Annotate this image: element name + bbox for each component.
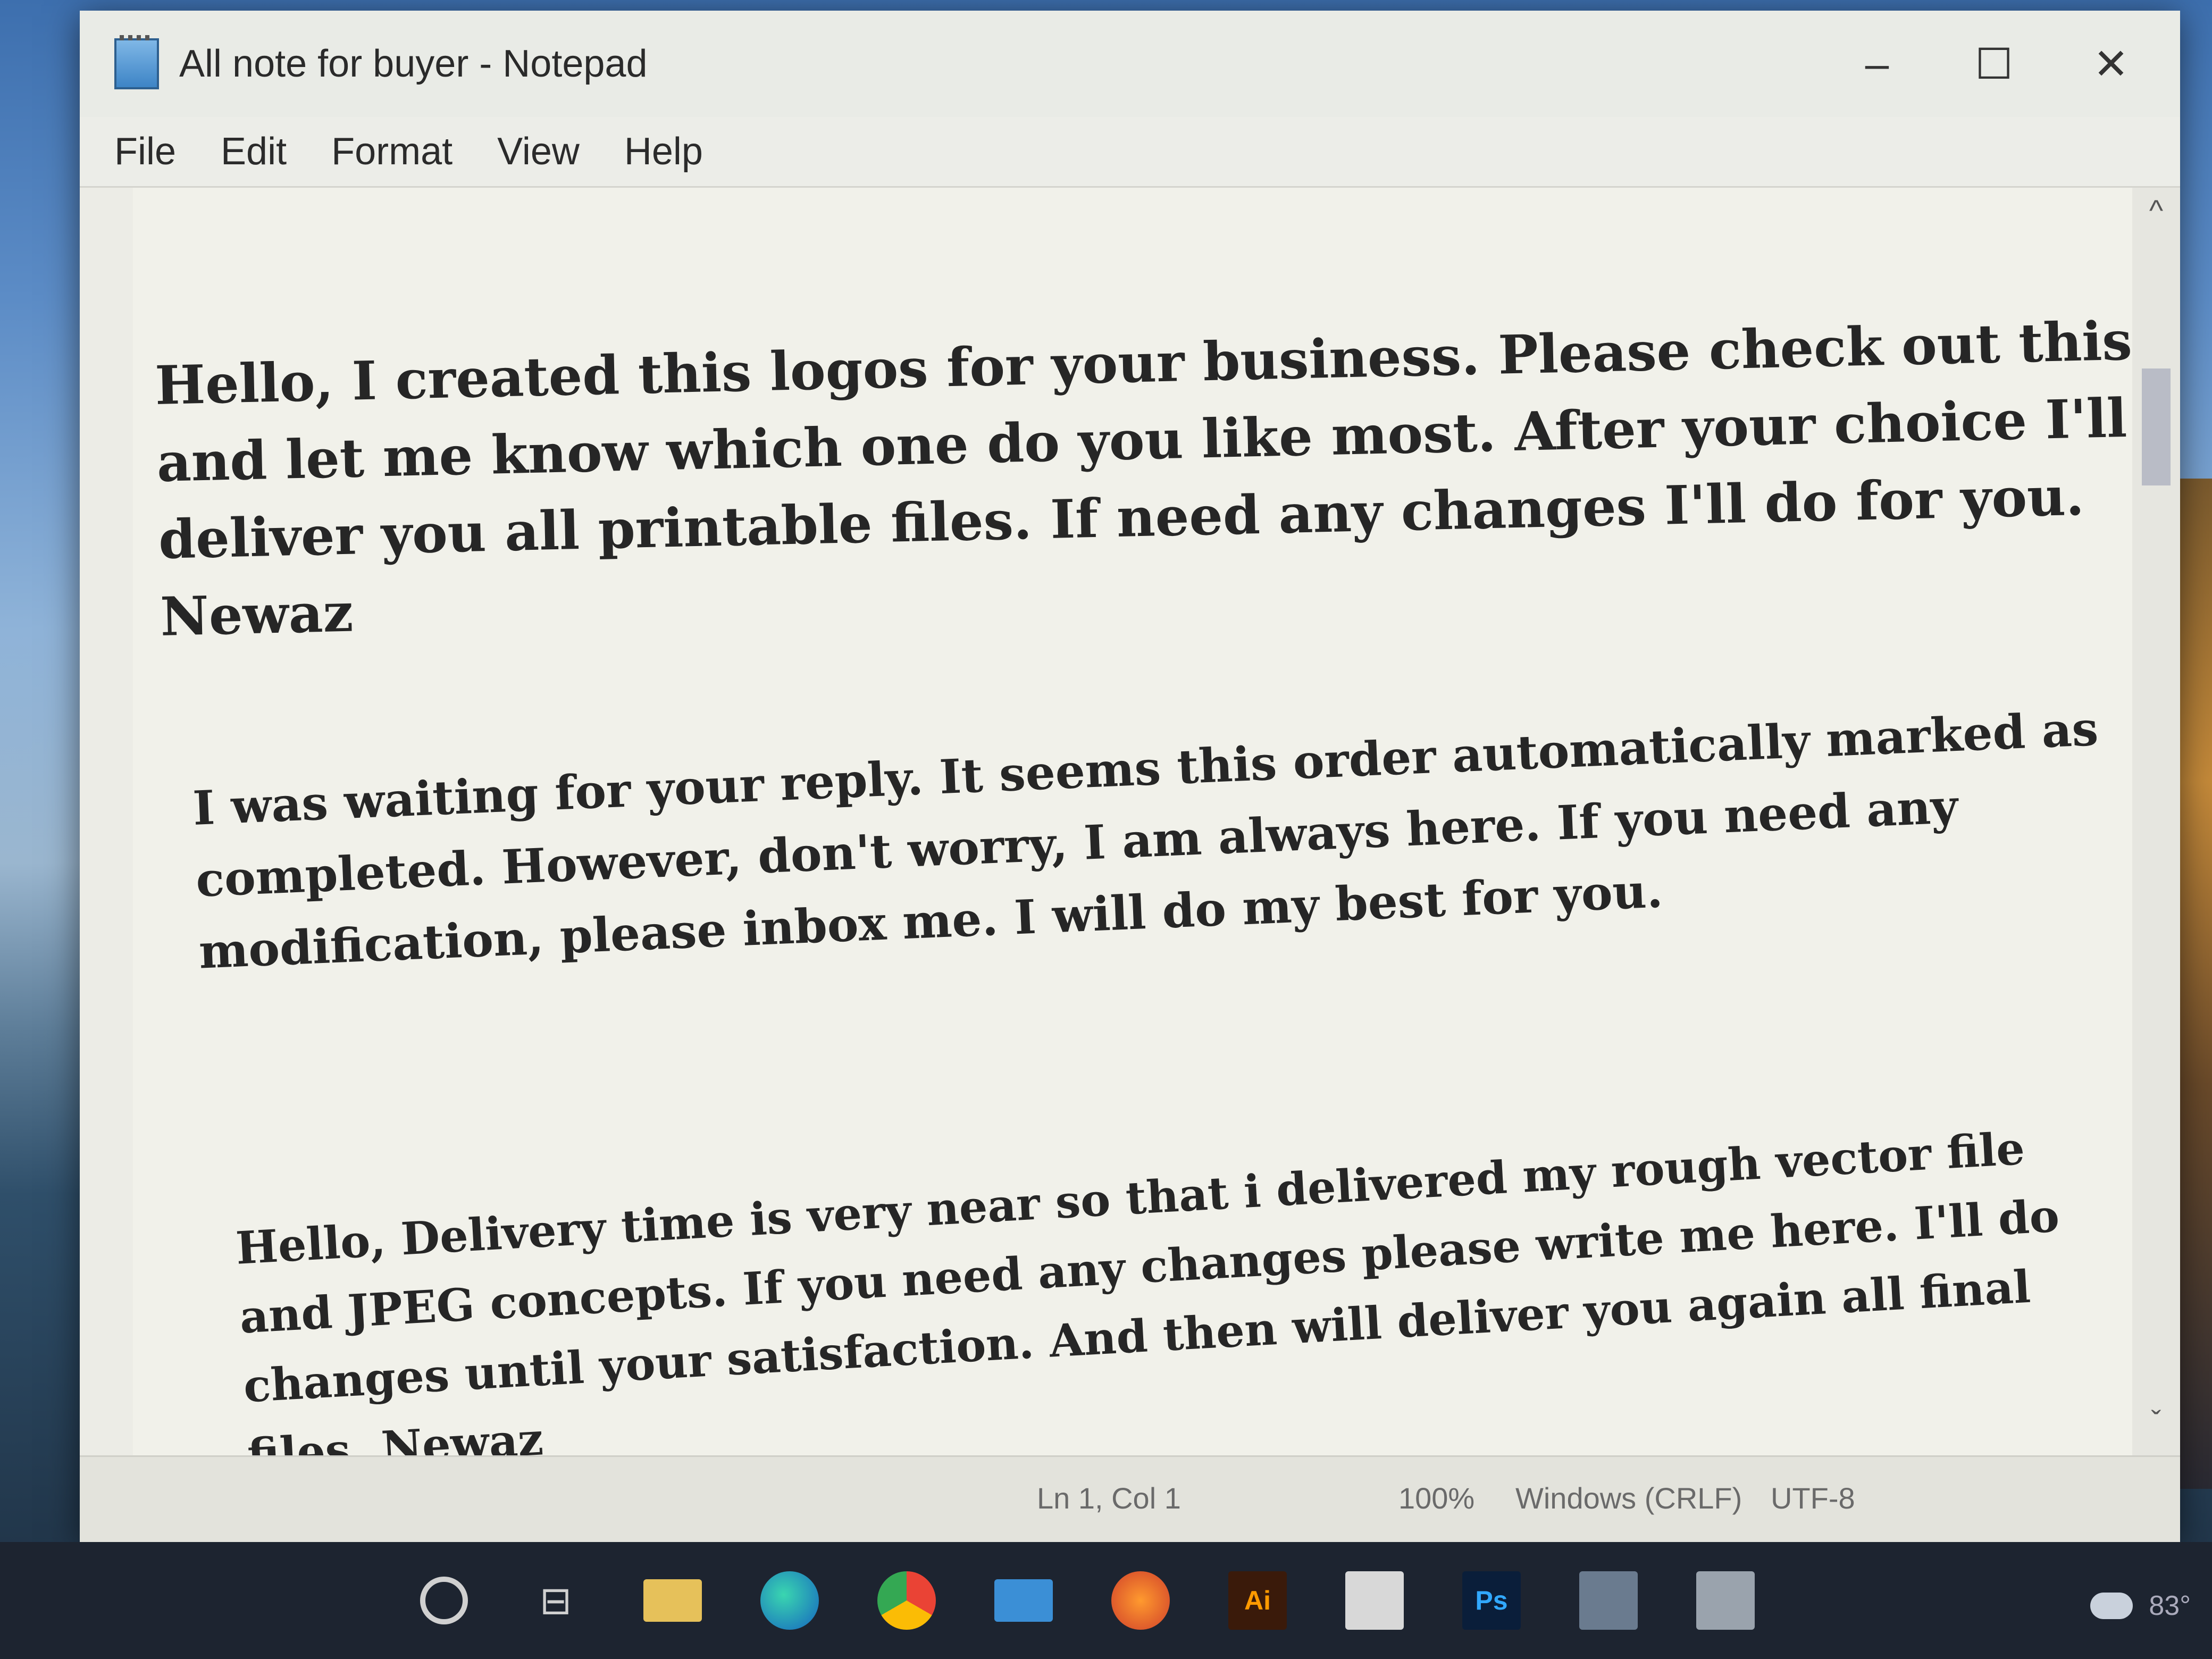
window-title: All note for buyer - Notepad: [179, 43, 648, 85]
app-icon-2[interactable]: [1696, 1571, 1755, 1630]
minimize-button[interactable]: –: [1819, 11, 1936, 117]
cursor-position: Ln 1, Col 1: [1037, 1481, 1181, 1515]
maximize-button[interactable]: ☐: [1936, 11, 2052, 117]
file-explorer-icon[interactable]: [643, 1579, 702, 1622]
scroll-up-icon[interactable]: ^: [2132, 193, 2180, 241]
menu-view[interactable]: View: [497, 130, 580, 173]
notepad-window: All note for buyer - Notepad – ☐ ✕ File …: [80, 11, 2180, 1542]
app-icon-1[interactable]: [1579, 1571, 1638, 1630]
note-paragraph-1: Hello, I created this logos for your bus…: [154, 309, 2133, 648]
scroll-down-icon[interactable]: ˇ: [2132, 1404, 2180, 1452]
close-button[interactable]: ✕: [2052, 11, 2169, 117]
store-icon[interactable]: [1345, 1571, 1404, 1630]
notepad-icon: [114, 35, 159, 89]
task-view-icon[interactable]: ⊟: [526, 1571, 585, 1630]
system-tray: 83°: [2090, 1590, 2191, 1622]
line-ending: Windows (CRLF): [1515, 1481, 1742, 1515]
text-editor-area[interactable]: Hello, I created this logos for your bus…: [133, 188, 2133, 1481]
note-paragraph-2: I was waiting for your reply. It seems t…: [191, 700, 2100, 979]
zoom-level: 100%: [1398, 1481, 1475, 1515]
taskbar: ⊟ Ai Ps 83°: [0, 1542, 2212, 1659]
firefox-icon[interactable]: [1111, 1571, 1170, 1630]
menu-file[interactable]: File: [114, 130, 176, 173]
weather-cloud-icon[interactable]: [2090, 1593, 2133, 1619]
photoshop-icon[interactable]: Ps: [1462, 1571, 1521, 1630]
edge-browser-icon[interactable]: [760, 1571, 819, 1630]
vertical-scrollbar[interactable]: ^ ˇ: [2132, 188, 2180, 1457]
note-paragraph-3: Hello, Delivery time is very near so tha…: [234, 1121, 2061, 1482]
mail-icon[interactable]: [994, 1579, 1053, 1622]
text-encoding: UTF-8: [1771, 1481, 1855, 1515]
menu-edit[interactable]: Edit: [221, 130, 287, 173]
window-controls: – ☐ ✕: [1819, 11, 2169, 117]
menu-bar: File Edit Format View Help: [80, 117, 2180, 188]
menu-format[interactable]: Format: [331, 130, 453, 173]
search-circle-icon[interactable]: [420, 1577, 468, 1624]
menu-help[interactable]: Help: [624, 130, 703, 173]
status-bar: Ln 1, Col 1 100% Windows (CRLF) UTF-8: [80, 1455, 2180, 1542]
illustrator-icon[interactable]: Ai: [1228, 1571, 1287, 1630]
chrome-browser-icon[interactable]: [877, 1571, 936, 1630]
scroll-thumb[interactable]: [2142, 368, 2171, 485]
title-bar: All note for buyer - Notepad – ☐ ✕: [80, 11, 2180, 117]
weather-temperature: 83°: [2149, 1590, 2191, 1621]
